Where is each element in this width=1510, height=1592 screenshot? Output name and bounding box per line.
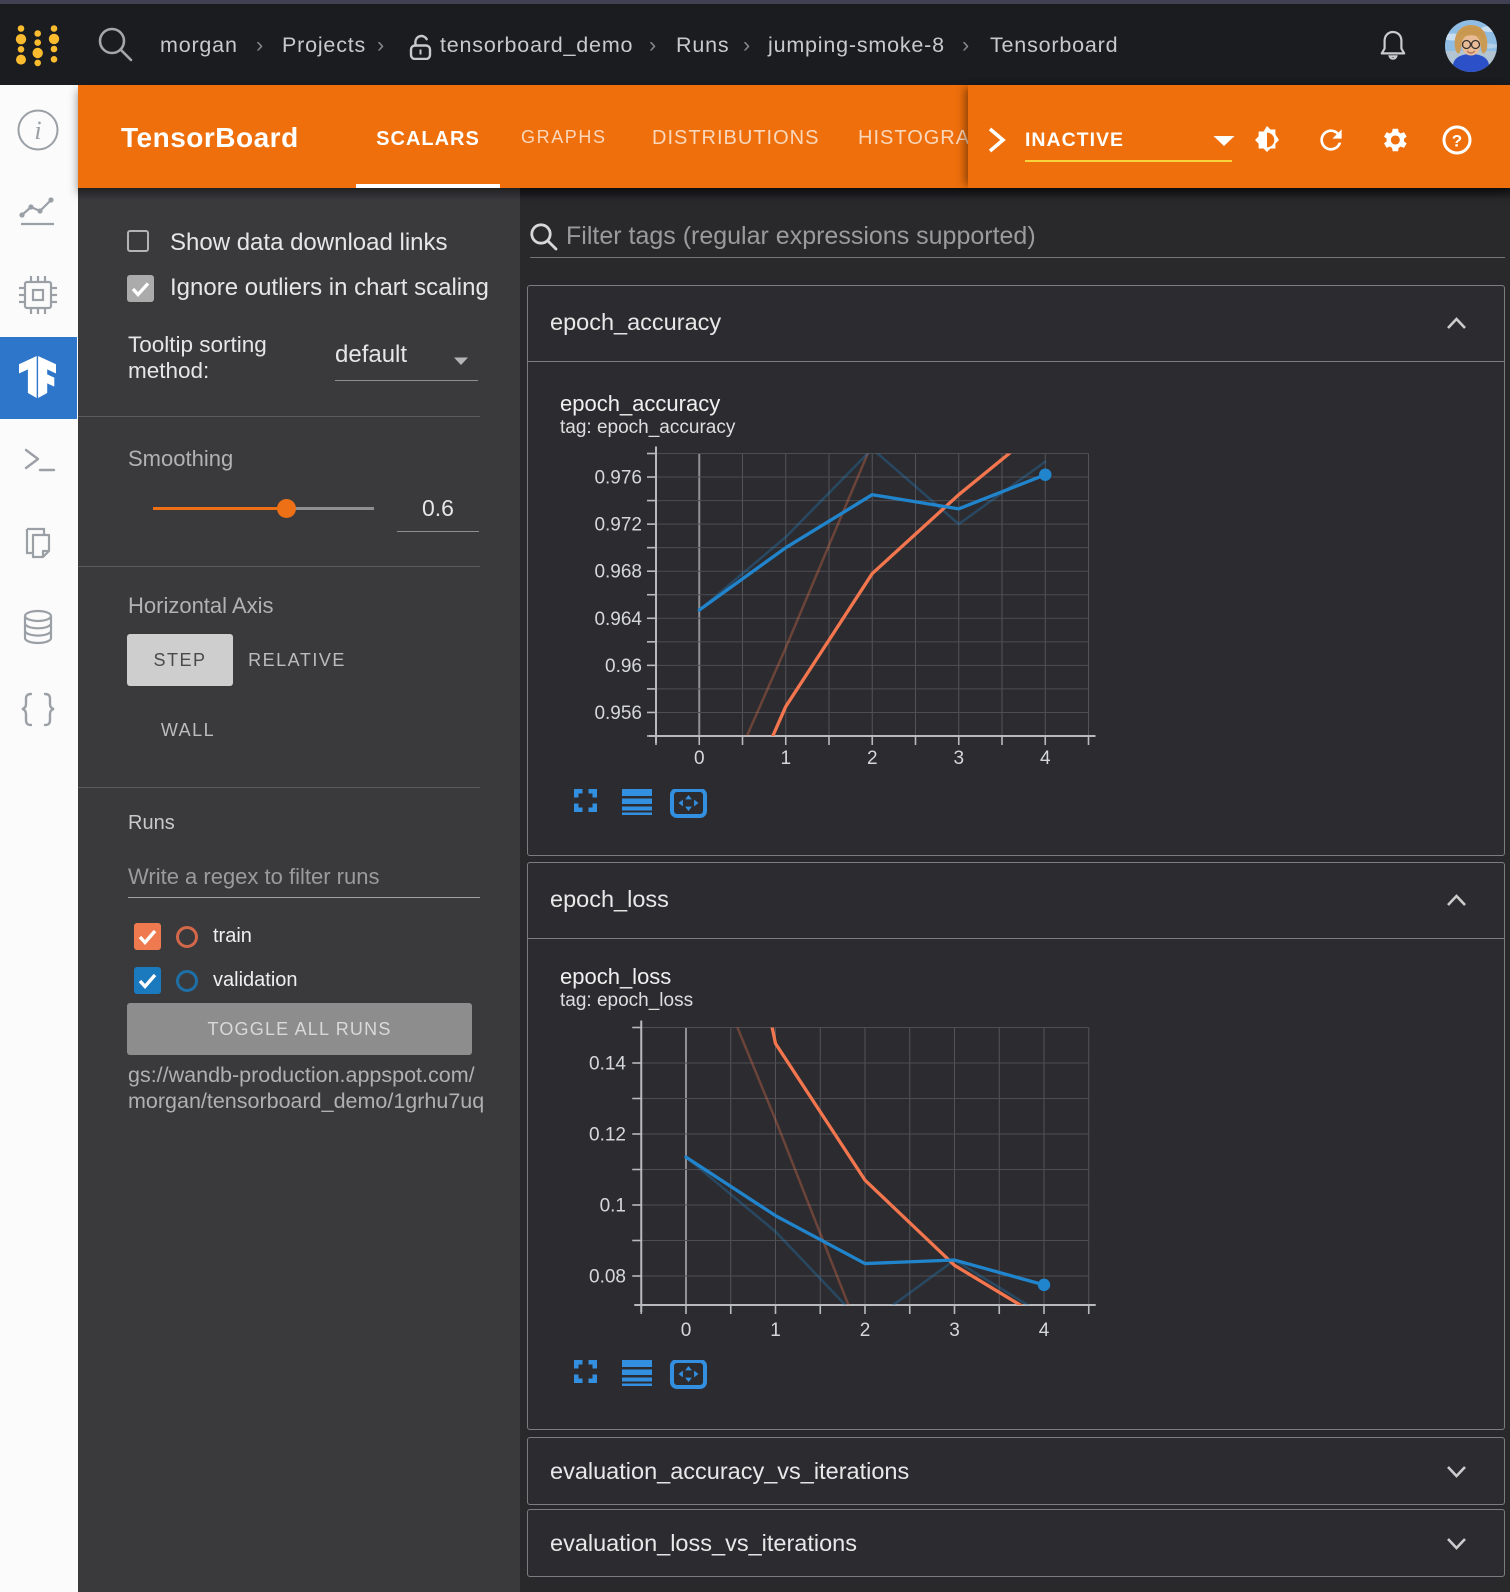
svg-text:0.968: 0.968 — [594, 562, 642, 583]
svg-text:0: 0 — [694, 748, 705, 769]
svg-text:2: 2 — [860, 1320, 871, 1341]
svg-text:?: ? — [1452, 132, 1462, 151]
svg-text:0.14: 0.14 — [589, 1054, 626, 1075]
svg-text:0.08: 0.08 — [589, 1267, 626, 1288]
svg-text:3: 3 — [949, 1320, 960, 1341]
svg-text:1: 1 — [780, 748, 791, 769]
svg-text:0.12: 0.12 — [589, 1125, 626, 1146]
svg-text:1: 1 — [770, 1320, 781, 1341]
svg-text:0.972: 0.972 — [594, 515, 642, 536]
svg-text:0.1: 0.1 — [600, 1196, 626, 1217]
svg-text:0: 0 — [681, 1320, 692, 1341]
svg-text:i: i — [34, 116, 41, 145]
svg-text:0.976: 0.976 — [594, 468, 642, 489]
svg-text:4: 4 — [1039, 1320, 1050, 1341]
svg-text:0.96: 0.96 — [605, 656, 642, 677]
svg-text:0.964: 0.964 — [594, 609, 642, 630]
svg-text:3: 3 — [953, 748, 964, 769]
svg-text:4: 4 — [1040, 748, 1051, 769]
svg-text:0.956: 0.956 — [594, 703, 642, 724]
svg-text:2: 2 — [867, 748, 878, 769]
